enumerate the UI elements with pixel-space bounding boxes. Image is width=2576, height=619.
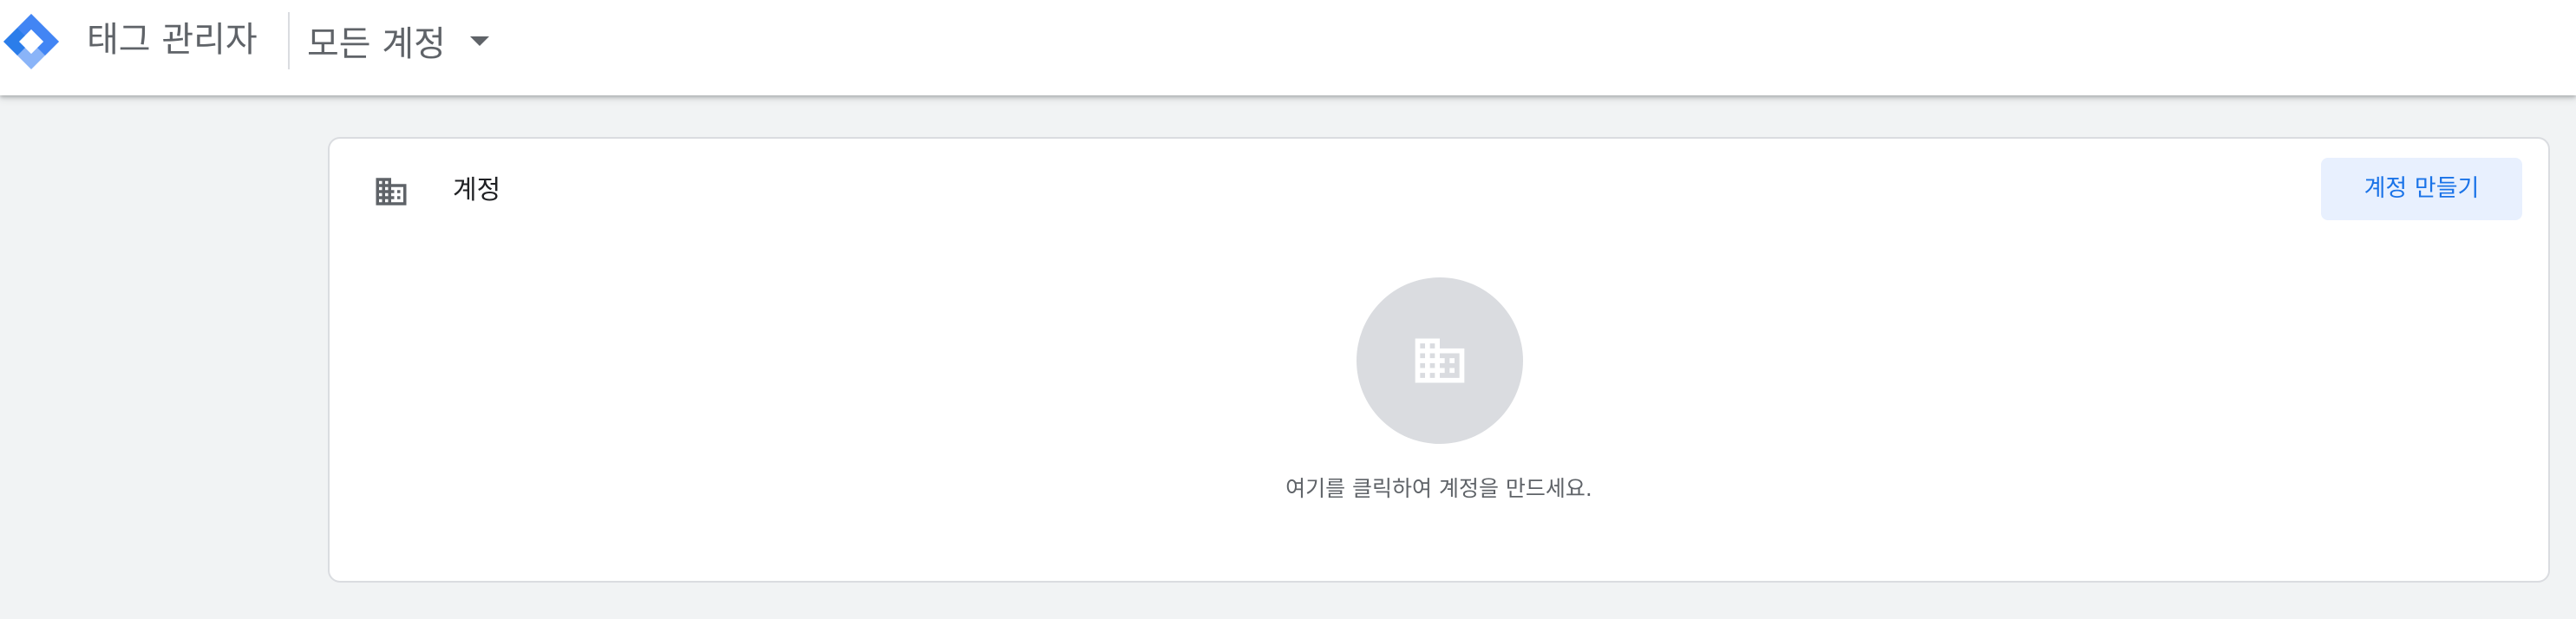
tag-manager-logo-icon[interactable]	[0, 10, 62, 73]
building-icon	[1415, 338, 1465, 383]
top-app-bar: 태그 관리자 모든 계정	[0, 0, 2576, 95]
building-icon	[376, 178, 407, 205]
empty-state-illustration[interactable]	[1357, 277, 1523, 444]
account-selector[interactable]: 모든 계정	[307, 12, 489, 69]
product-name[interactable]: 태그 관리자	[87, 18, 258, 62]
caret-down-icon	[469, 36, 489, 46]
create-account-button[interactable]: 계정 만들기	[2321, 158, 2522, 220]
empty-state-message[interactable]: 여기를 클릭하여 계정을 만드세요.	[330, 473, 2548, 505]
header-divider	[288, 12, 290, 69]
accounts-card: 계정 계정 만들기 여기를 클릭하여 계정을 만드세요.	[328, 137, 2550, 583]
card-title: 계정	[453, 175, 501, 205]
account-selector-label: 모든 계정	[307, 24, 446, 64]
